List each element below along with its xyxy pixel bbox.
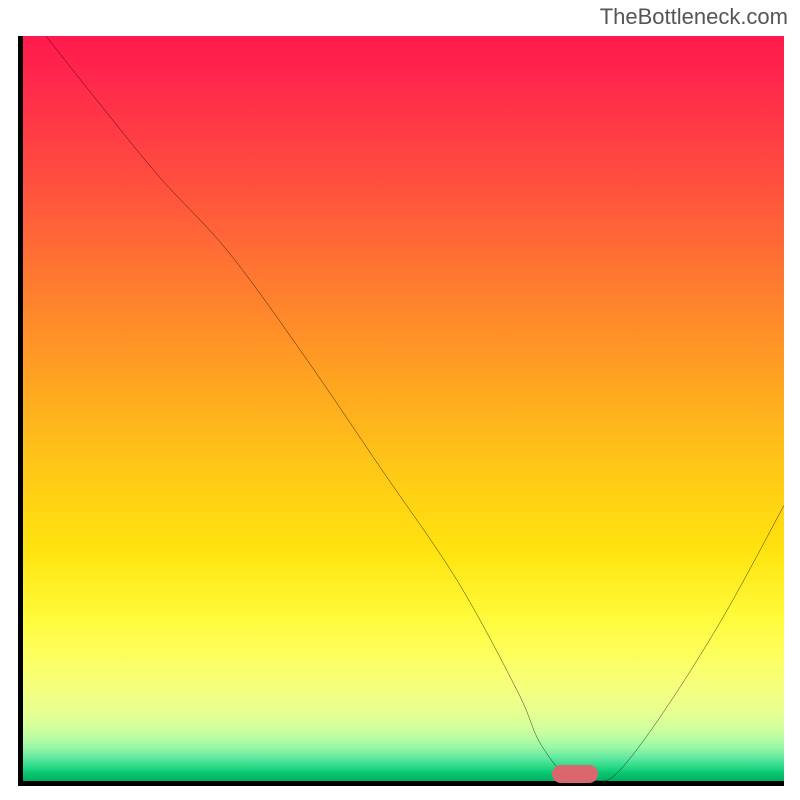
chart-area	[18, 36, 784, 786]
gradient-background	[23, 36, 784, 781]
optimal-marker	[552, 765, 598, 783]
attribution-text: TheBottleneck.com	[600, 4, 788, 30]
